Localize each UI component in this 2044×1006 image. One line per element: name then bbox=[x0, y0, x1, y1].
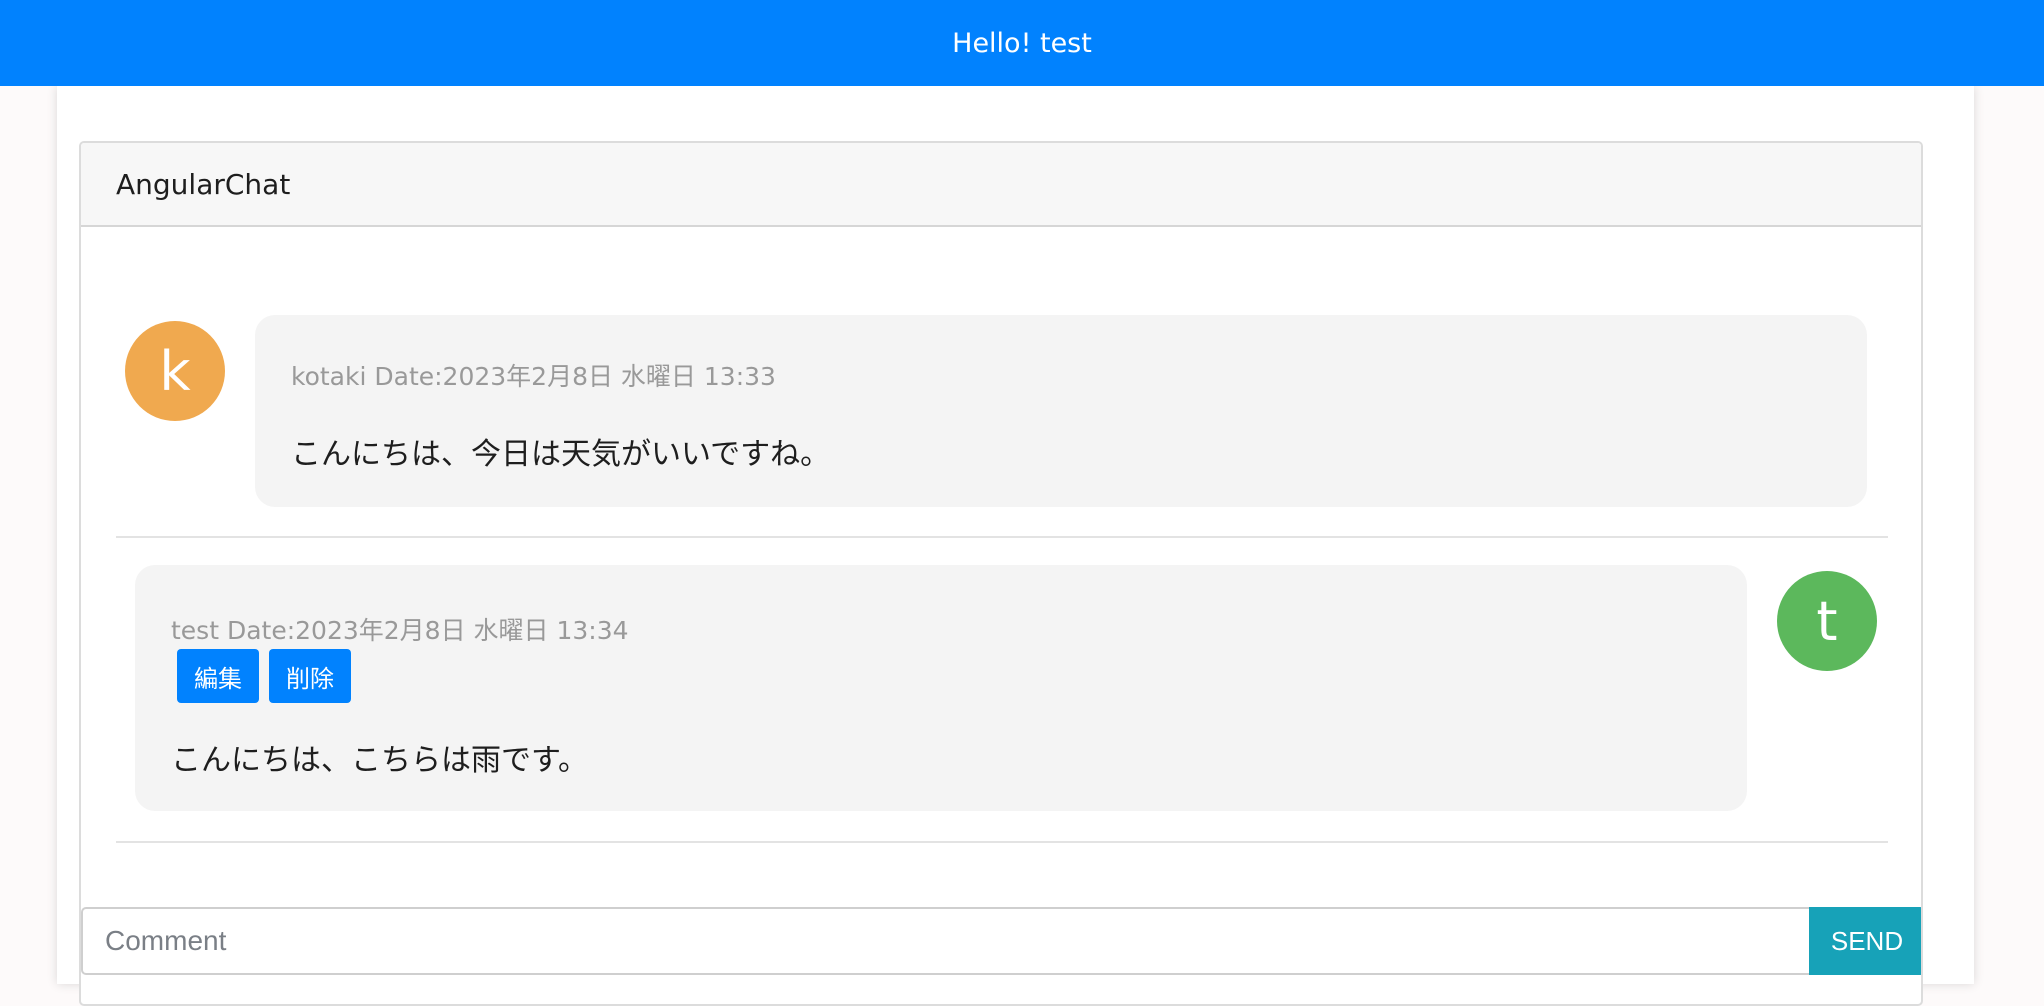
avatar-letter: k bbox=[159, 339, 191, 403]
chat-card: AngularChat k kotaki Date:2023年2月8日 水曜日 … bbox=[79, 141, 1923, 1006]
message-text: こんにちは、こちらは雨です。 bbox=[171, 743, 588, 778]
message-meta: kotaki Date:2023年2月8日 水曜日 13:33 bbox=[291, 362, 776, 391]
avatar-letter: t bbox=[1816, 589, 1838, 653]
send-button[interactable]: SEND bbox=[1809, 907, 1921, 975]
message-text: こんにちは、今日は天気がいいですね。 bbox=[291, 437, 831, 472]
message-bubble: test Date:2023年2月8日 水曜日 13:34 編集 削除 こんにち… bbox=[135, 565, 1747, 811]
message-bubble: kotaki Date:2023年2月8日 水曜日 13:33 こんにちは、今日… bbox=[255, 315, 1867, 507]
comment-form: SEND bbox=[81, 907, 1921, 975]
avatar: k bbox=[125, 321, 225, 421]
chat-title: AngularChat bbox=[116, 167, 291, 201]
chat-card-header: AngularChat bbox=[81, 143, 1921, 227]
message-meta: test Date:2023年2月8日 水曜日 13:34 bbox=[171, 616, 629, 645]
message-divider bbox=[116, 841, 1888, 843]
delete-button[interactable]: 削除 bbox=[269, 649, 351, 703]
comment-input[interactable] bbox=[81, 907, 1809, 975]
page-container: AngularChat k kotaki Date:2023年2月8日 水曜日 … bbox=[57, 86, 1974, 1006]
top-navbar: Hello! test bbox=[0, 0, 2044, 86]
edit-button[interactable]: 編集 bbox=[177, 649, 259, 703]
avatar: t bbox=[1777, 571, 1877, 671]
greeting-text: Hello! test bbox=[952, 27, 1092, 59]
message-divider bbox=[116, 536, 1888, 538]
